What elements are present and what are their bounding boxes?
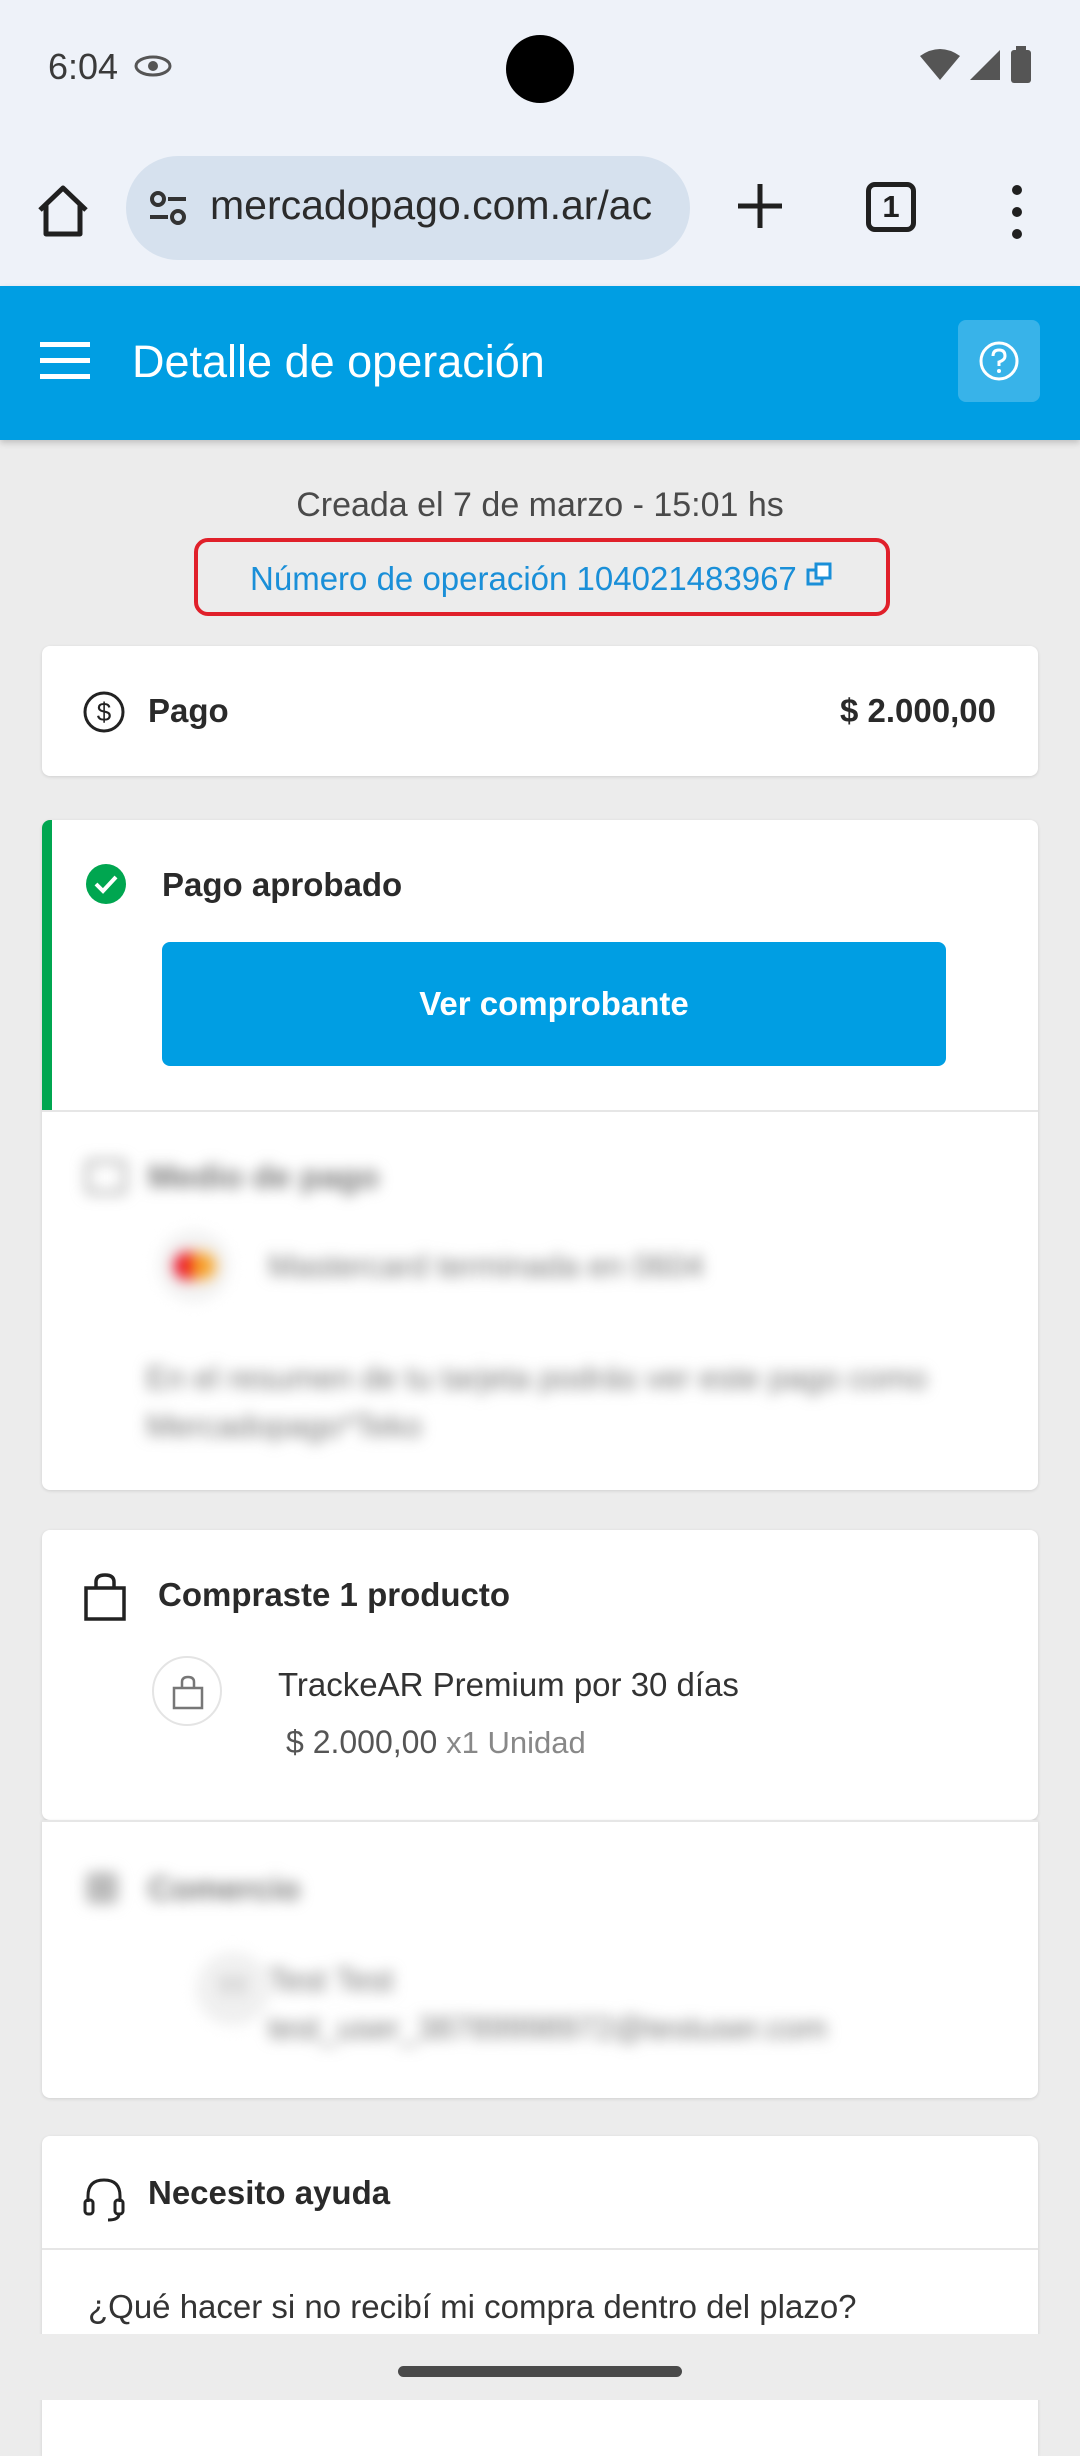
payment-method-note: En el resumen de tu tarjeta podrás ver e… (146, 1360, 927, 1444)
purchase-card: Compraste 1 producto TrackeAR Premium po… (42, 1530, 1038, 1820)
purchase-title: Compraste 1 producto (158, 1576, 511, 1613)
merchant-card: Comercio TT Test Test test_user_38789998… (42, 1820, 1038, 2098)
operation-number-text[interactable]: Número de operación 104021483967 (250, 560, 797, 597)
menu-icon[interactable] (40, 338, 90, 382)
payment-amount: $ 2.000,00 (840, 692, 996, 729)
product-bag-icon (172, 1675, 204, 1710)
page-title: Detalle de operación (132, 336, 545, 387)
camera-cutout (506, 35, 574, 103)
operation-number-highlight[interactable]: Número de operación 104021483967 (194, 538, 890, 616)
payment-label: Pago (148, 692, 229, 729)
more-menu-icon[interactable] (1000, 182, 1034, 242)
browser-toolbar: mercadopago.com.ar/ac 1 (0, 138, 1080, 286)
url-text[interactable]: mercadopago.com.ar/ac (210, 182, 680, 229)
operation-number-link[interactable]: Número de operación 104021483967 (198, 560, 886, 598)
wifi-icon (920, 49, 960, 80)
help-button[interactable] (958, 320, 1040, 402)
tab-switcher-button[interactable]: 1 (866, 182, 916, 232)
help-icon (979, 341, 1019, 381)
view-receipt-button[interactable]: Ver comprobante (162, 942, 946, 1066)
shopping-bag-icon (84, 1573, 126, 1621)
help-question-link[interactable]: ¿Qué hacer si no recibí mi compra dentro… (88, 2288, 857, 2326)
store-icon (86, 1872, 118, 1904)
mastercard-logo (158, 1230, 230, 1302)
status-label: Pago aprobado (162, 866, 403, 903)
status-icons (920, 46, 1032, 84)
site-settings-icon[interactable] (146, 186, 190, 230)
card-icon (86, 1160, 126, 1194)
url-bar[interactable]: mercadopago.com.ar/ac (126, 156, 690, 260)
system-nav-bar (0, 2334, 1080, 2400)
merchant-email: test_user_38789998972@testuser.com (268, 2010, 828, 2046)
merchant-name: Test Test (268, 1962, 394, 1998)
product-thumbnail (152, 1656, 222, 1726)
status-bar: 6:04 (0, 0, 1080, 138)
dollar-icon: $ (83, 691, 125, 733)
copy-icon[interactable] (806, 562, 834, 590)
headset-icon (83, 2178, 125, 2222)
payment-method-card: Mastercard terminada en 0604 (268, 1248, 704, 1284)
merchant-title: Comercio (148, 1870, 301, 1907)
divider (42, 1110, 1038, 1112)
svg-text:$: $ (97, 697, 112, 727)
status-time: 6:04 (48, 46, 119, 87)
home-icon[interactable] (34, 182, 92, 240)
check-circle-icon (86, 864, 126, 904)
product-units: x1 Unidad (446, 1725, 586, 1760)
product-price-row: $ 2.000,00 x1 Unidad (286, 1724, 586, 1761)
signal-icon (970, 50, 1000, 80)
new-tab-icon[interactable] (730, 176, 790, 236)
app-header: Detalle de operación (0, 286, 1080, 440)
divider (42, 2248, 1038, 2250)
home-gesture-handle[interactable] (398, 2366, 682, 2377)
help-title: Necesito ayuda (148, 2174, 391, 2211)
battery-icon (1011, 46, 1031, 83)
payment-summary-card: $ Pago $ 2.000,00 (42, 646, 1038, 776)
created-date: Creada el 7 de marzo - 15:01 hs (296, 486, 784, 524)
payment-method-title: Medio de pago (148, 1158, 379, 1195)
merchant-avatar: TT (196, 1952, 270, 2026)
payment-status-card: Pago aprobado Ver comprobante Medio de p… (42, 820, 1038, 1490)
approved-indicator-bar (42, 820, 52, 1110)
product-name: TrackeAR Premium por 30 días (278, 1666, 739, 1703)
eye-icon (134, 54, 172, 83)
help-card: Necesito ayuda ¿Qué hacer si no recibí m… (42, 2136, 1038, 2456)
product-price: $ 2.000,00 (286, 1724, 438, 1760)
